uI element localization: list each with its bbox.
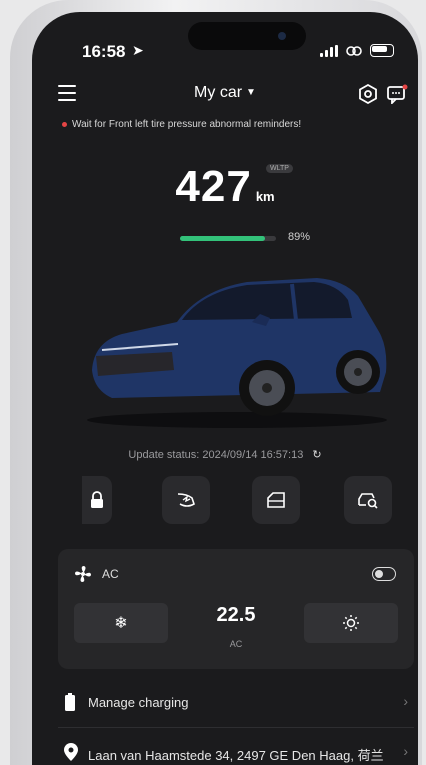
trunk-icon	[267, 492, 285, 508]
update-status: Update status: 2024/09/14 16:57:13 ↻	[32, 448, 418, 461]
battery-level-bar	[180, 236, 276, 241]
location-arrow-icon: ➤	[132, 42, 144, 58]
top-nav: My car ▼	[32, 82, 418, 108]
update-timestamp: 2024/09/14 16:57:13	[202, 449, 304, 461]
ac-title: AC	[102, 567, 119, 581]
find-car-button[interactable]	[344, 476, 392, 524]
trunk-button[interactable]	[252, 476, 300, 524]
tire-warning[interactable]: Wait for Front left tire pressure abnorm…	[62, 119, 301, 130]
location-address: Laan van Haamstede 34, 2497 GE Den Haag,…	[88, 748, 384, 763]
location-row[interactable]: Laan van Haamstede 34, 2497 GE Den Haag,…	[58, 732, 414, 765]
chevron-right-icon: ›	[403, 693, 408, 709]
quick-actions	[62, 476, 402, 526]
chevron-right-icon: ›	[403, 743, 408, 759]
climate-card: AC ❄ 22.5 AC	[58, 549, 414, 669]
range-value: 427	[175, 162, 252, 211]
manage-charging-label: Manage charging	[88, 695, 189, 710]
charge-port-button[interactable]	[162, 476, 210, 524]
lock-button[interactable]	[82, 476, 112, 524]
chevron-down-icon: ▼	[246, 87, 256, 99]
lock-icon	[91, 491, 103, 508]
link-icon	[346, 45, 362, 56]
battery-percent: 89%	[288, 231, 311, 243]
battery-status-icon	[370, 44, 394, 57]
ac-power-toggle[interactable]	[372, 567, 396, 581]
sun-icon	[343, 615, 359, 631]
phone-frame: 16:58 ➤ My car ▼ Wait for Front left tir…	[10, 0, 422, 765]
car-image	[87, 278, 387, 428]
range-display: 427 km WLTP	[32, 162, 418, 212]
battery-icon	[65, 693, 75, 711]
refresh-icon[interactable]: ↻	[312, 449, 321, 461]
fan-icon	[75, 566, 91, 582]
status-time: 16:58	[82, 42, 126, 61]
status-bar: 16:58 ➤	[32, 42, 418, 66]
signal-icon	[320, 44, 338, 57]
charge-port-icon	[177, 493, 195, 507]
app-screen: 16:58 ➤ My car ▼ Wait for Front left tir…	[32, 12, 418, 765]
heat-button[interactable]	[304, 603, 398, 643]
battery-level-fill	[180, 236, 266, 241]
warning-text: Wait for Front left tire pressure abnorm…	[72, 119, 302, 130]
range-unit: km	[255, 189, 275, 204]
settings-icon[interactable]	[358, 84, 378, 104]
message-icon[interactable]	[386, 84, 408, 104]
page-title: My car	[194, 84, 243, 101]
warning-dot-icon	[62, 121, 67, 127]
wltp-badge: WLTP	[266, 164, 293, 173]
manage-charging-row[interactable]: Manage charging ›	[58, 682, 414, 722]
find-car-icon	[358, 493, 378, 509]
divider	[58, 727, 414, 728]
update-label: Update status:	[128, 449, 200, 461]
location-pin-icon	[64, 743, 78, 761]
